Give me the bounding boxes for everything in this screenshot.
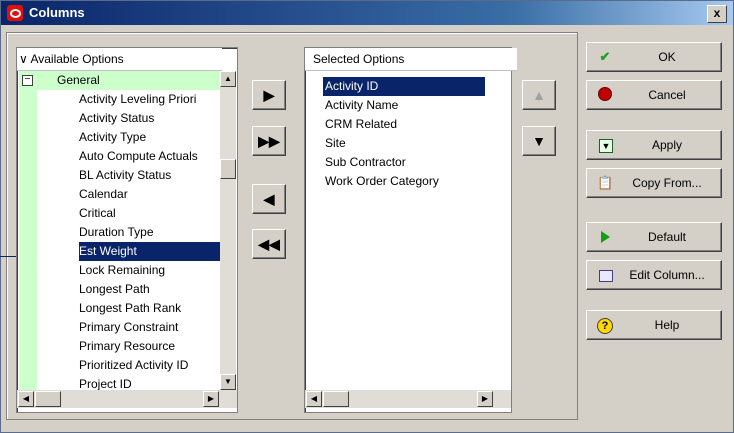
available-option-item[interactable]: Calendar: [79, 185, 220, 204]
available-option-item[interactable]: Auto Compute Actuals: [79, 147, 220, 166]
available-option-item[interactable]: Longest Path: [79, 280, 220, 299]
double-triangle-right-icon: ▶▶: [258, 133, 280, 149]
selected-options-panel: Selected Options Activity ID Activity Nam…: [304, 47, 517, 413]
collapse-icon[interactable]: −: [22, 75, 33, 86]
available-vertical-scrollbar[interactable]: ▲ ▼: [220, 71, 236, 390]
triangle-right-icon: ▶: [263, 87, 275, 103]
available-option-item[interactable]: Longest Path Rank: [79, 299, 220, 318]
available-option-item[interactable]: Est Weight: [79, 242, 220, 261]
default-label: Default: [647, 230, 687, 244]
outline-band: [19, 71, 37, 390]
move-down-button[interactable]: ▼: [522, 126, 556, 156]
triangle-up-icon: ▲: [532, 87, 546, 103]
available-options-title: Available Options: [30, 52, 124, 66]
default-button[interactable]: Default: [586, 222, 722, 252]
scroll-right-icon[interactable]: ▶: [477, 391, 493, 407]
remove-all-button[interactable]: ◀◀: [252, 229, 286, 259]
double-triangle-left-icon: ◀◀: [258, 236, 280, 252]
selected-option-item[interactable]: Activity Name: [323, 96, 485, 115]
available-option-item[interactable]: Activity Leveling Priori: [79, 90, 220, 109]
scroll-thumb[interactable]: [35, 391, 61, 407]
checkmark-icon: ✔: [599, 49, 611, 64]
apply-icon: ▼: [599, 139, 613, 153]
close-button[interactable]: x: [707, 5, 727, 23]
apply-button[interactable]: ▼ Apply: [586, 130, 722, 160]
available-option-item[interactable]: Project ID: [79, 375, 220, 390]
copy-from-label: Copy From...: [632, 176, 702, 190]
scroll-thumb[interactable]: [323, 391, 349, 407]
ok-button[interactable]: ✔ OK: [586, 42, 722, 72]
selected-option-item[interactable]: Site: [323, 134, 485, 153]
available-horizontal-scrollbar[interactable]: ◀ ▶: [17, 390, 237, 408]
available-option-item[interactable]: Activity Status: [79, 109, 220, 128]
move-up-button[interactable]: ▲: [522, 80, 556, 110]
scroll-down-icon[interactable]: ▼: [220, 374, 236, 390]
available-options-panel: ∨ Available Options − General Activity L…: [16, 47, 238, 413]
available-option-item[interactable]: BL Activity Status: [79, 166, 220, 185]
group-label-general: General: [57, 73, 100, 87]
remove-selected-button[interactable]: ◀: [252, 184, 286, 214]
help-icon: ?: [597, 317, 613, 334]
available-options-list[interactable]: − General Activity Leveling Priori Activi…: [17, 71, 220, 390]
cancel-button[interactable]: Cancel: [586, 80, 722, 110]
help-label: Help: [654, 318, 680, 332]
copy-icon: 📋: [597, 175, 614, 190]
selected-option-item[interactable]: CRM Related: [323, 115, 485, 134]
scroll-left-icon[interactable]: ◀: [18, 391, 34, 407]
apply-label: Apply: [651, 138, 683, 152]
scroll-thumb[interactable]: [220, 159, 236, 179]
available-option-item[interactable]: Primary Resource: [79, 337, 220, 356]
available-option-item[interactable]: Duration Type: [79, 223, 220, 242]
selected-horizontal-scrollbar[interactable]: ◀ ▶: [305, 390, 511, 408]
selected-options-list[interactable]: Activity ID Activity Name CRM Related Site S…: [305, 71, 509, 390]
available-option-item[interactable]: Primary Constraint: [79, 318, 220, 337]
add-all-button[interactable]: ▶▶: [252, 126, 286, 156]
available-option-item[interactable]: Critical: [79, 204, 220, 223]
edit-column-button[interactable]: Edit Column...: [586, 260, 722, 290]
app-logo-icon: [7, 5, 23, 21]
scroll-left-icon[interactable]: ◀: [306, 391, 322, 407]
selected-option-item[interactable]: Sub Contractor: [323, 153, 485, 172]
selected-option-item[interactable]: Activity ID: [323, 77, 485, 96]
selected-option-item[interactable]: Work Order Category: [323, 172, 485, 191]
available-option-item[interactable]: Activity Type: [79, 128, 220, 147]
available-options-header[interactable]: ∨ Available Options: [17, 48, 222, 71]
scroll-up-icon[interactable]: ▲: [220, 71, 236, 87]
triangle-left-icon: ◀: [263, 191, 275, 207]
ok-label: OK: [658, 50, 676, 64]
scroll-right-icon[interactable]: ▶: [203, 391, 219, 407]
chevron-down-icon: ∨: [19, 52, 28, 66]
title-bar[interactable]: Columns x: [1, 1, 733, 25]
edit-column-icon: [599, 270, 613, 282]
help-button[interactable]: ? Help: [586, 310, 722, 340]
available-option-item[interactable]: Lock Remaining: [79, 261, 220, 280]
play-icon: [597, 229, 613, 245]
selected-options-header: Selected Options: [305, 48, 517, 71]
copy-from-button[interactable]: 📋 Copy From...: [586, 168, 722, 198]
edit-column-label: Edit Column...: [629, 268, 705, 282]
no-entry-icon: [597, 87, 613, 103]
available-option-item[interactable]: Prioritized Activity ID: [79, 356, 220, 375]
triangle-down-icon: ▼: [532, 133, 546, 149]
window-title: Columns: [29, 5, 85, 20]
add-selected-button[interactable]: ▶: [252, 80, 286, 110]
cancel-label: Cancel: [648, 88, 686, 102]
